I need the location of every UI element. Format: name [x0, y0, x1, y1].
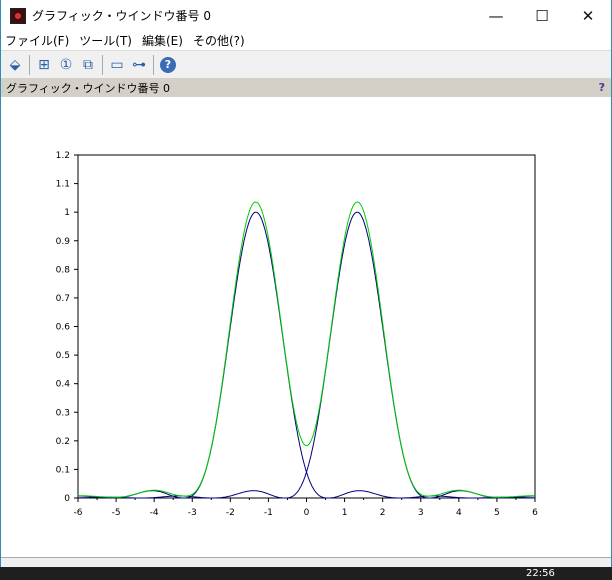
scilab-app-icon [10, 7, 26, 24]
x-tick-label: -4 [150, 508, 159, 518]
x-tick-label: 1 [342, 508, 348, 518]
y-tick-label: 0.9 [56, 237, 71, 247]
menu-file[interactable]: ファイル(F) [5, 32, 69, 49]
minimize-button[interactable]: — [473, 1, 519, 31]
graphic-window: グラフィック・ウインドウ番号 0 — ☐ ✕ ファイル(F) ツール(T) 編集… [0, 0, 612, 568]
y-tick-label: 0.2 [56, 437, 70, 447]
taskbar: 22:56 [0, 567, 612, 580]
title-bar: グラフィック・ウインドウ番号 0 — ☐ ✕ [1, 0, 611, 31]
y-tick-label: 0.8 [56, 265, 71, 275]
y-tick-label: 1 [64, 208, 70, 218]
y-tick-label: 0.6 [56, 323, 71, 333]
series-sum [78, 201, 535, 498]
x-tick-label: 0 [304, 508, 310, 518]
x-tick-label: 3 [418, 508, 424, 518]
info-help-icon[interactable]: ? [599, 81, 605, 94]
zoom-area-icon[interactable]: ⧉ [77, 54, 99, 76]
y-tick-label: 0 [64, 494, 70, 504]
zoom-reset-icon[interactable]: ① [55, 54, 77, 76]
menu-other[interactable]: その他(?) [193, 32, 245, 49]
toolbar-separator [29, 54, 30, 75]
menu-bar: ファイル(F) ツール(T) 編集(E) その他(?) [1, 31, 611, 50]
toolbar: ⬙ ⊞ ① ⧉ ▭ ⊶ ? [1, 50, 611, 78]
y-tick-label: 0.5 [56, 351, 70, 361]
help-icon[interactable]: ? [160, 56, 176, 73]
window-title: グラフィック・ウインドウ番号 0 [32, 9, 211, 23]
y-tick-label: 0.3 [56, 408, 70, 418]
menu-edit[interactable]: 編集(E) [142, 32, 183, 49]
toolbar-separator [153, 54, 154, 75]
y-tick-label: 1.2 [56, 151, 70, 161]
x-tick-label: 5 [494, 508, 500, 518]
y-tick-label: 0.7 [56, 294, 70, 304]
info-text: グラフィック・ウインドウ番号 0 [6, 81, 171, 95]
plot-canvas[interactable]: -6 -5 -4 -3 -2 -1 0 1 2 3 4 5 6 0 0.1 0.2 0.3 0.4 0.5 0.6 0.… [1, 97, 611, 557]
x-tick-label: -1 [264, 508, 273, 518]
close-button[interactable]: ✕ [565, 1, 611, 31]
x-tick-label: -3 [188, 508, 197, 518]
rotate-icon[interactable]: ⬙ [4, 54, 26, 76]
toolbar-separator [102, 54, 103, 75]
info-bar: グラフィック・ウインドウ番号 0 ? [1, 78, 611, 97]
x-tick-label: 2 [380, 508, 386, 518]
zoom-grid-icon[interactable]: ⊞ [33, 54, 55, 76]
y-tick-label: 1.1 [56, 180, 70, 190]
maximize-button[interactable]: ☐ [519, 1, 565, 31]
x-tick-label: -5 [112, 508, 121, 518]
taskbar-clock: 22:56 [526, 568, 555, 579]
y-tick-label: 0.1 [56, 465, 70, 475]
series-component-left [78, 211, 535, 499]
y-tick-label: 0.4 [56, 380, 71, 390]
x-tick-label: 6 [532, 508, 538, 518]
x-tick-label: -6 [74, 508, 83, 518]
x-tick-label: -2 [226, 508, 235, 518]
editor-icon[interactable]: ⊶ [128, 54, 150, 76]
menu-tools[interactable]: ツール(T) [79, 32, 132, 49]
datatip-icon[interactable]: ▭ [106, 54, 128, 76]
x-tick-label: 4 [456, 508, 462, 518]
axes-box [77, 154, 536, 499]
series-component-right [78, 211, 535, 499]
